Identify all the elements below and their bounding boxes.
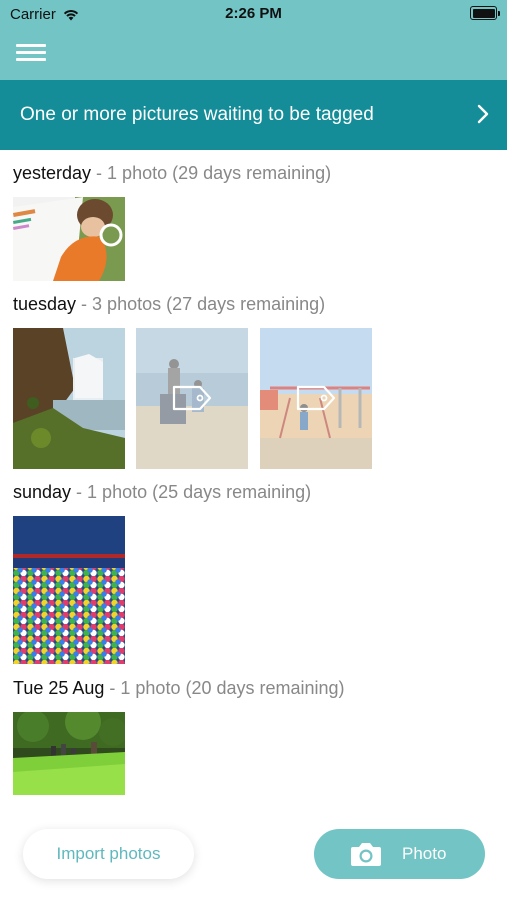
section-header-yesterday: yesterday - 1 photo (29 days remaining) bbox=[13, 163, 331, 184]
photo-thumbnail[interactable] bbox=[13, 328, 125, 469]
nav-bar bbox=[0, 30, 507, 80]
camera-icon bbox=[351, 843, 381, 866]
section-summary: - 3 photos (27 days remaining) bbox=[76, 294, 326, 314]
section-day: sunday bbox=[13, 482, 72, 502]
import-photos-label: Import photos bbox=[56, 844, 161, 863]
photo-thumbnail-tagged[interactable] bbox=[260, 328, 372, 469]
photo-thumbnail[interactable] bbox=[13, 197, 125, 281]
clock: 2:26 PM bbox=[225, 5, 282, 22]
take-photo-label: Photo bbox=[402, 844, 447, 863]
section-header-sunday: sunday - 1 photo (25 days remaining) bbox=[13, 482, 311, 503]
menu-icon[interactable] bbox=[16, 43, 46, 63]
battery-icon bbox=[470, 6, 500, 20]
section-day: tuesday bbox=[13, 294, 77, 314]
pending-tag-banner[interactable]: One or more pictures waiting to be tagge… bbox=[0, 80, 507, 150]
section-summary: - 1 photo (25 days remaining) bbox=[71, 482, 312, 502]
photo-thumbnail[interactable] bbox=[13, 516, 125, 664]
section-day: Tue 25 Aug bbox=[13, 678, 105, 698]
tag-icon bbox=[172, 385, 212, 411]
section-header-tue-25-aug: Tue 25 Aug - 1 photo (20 days remaining) bbox=[13, 678, 345, 699]
chevron-right-icon bbox=[477, 104, 489, 124]
tag-icon bbox=[296, 385, 336, 411]
section-day: yesterday bbox=[13, 163, 92, 183]
import-photos-button[interactable]: Import photos bbox=[23, 829, 194, 879]
section-summary: - 1 photo (20 days remaining) bbox=[104, 678, 345, 698]
section-header-tuesday: tuesday - 3 photos (27 days remaining) bbox=[13, 294, 325, 315]
photo-thumbnail[interactable] bbox=[13, 712, 125, 795]
banner-text: One or more pictures waiting to be tagge… bbox=[20, 104, 374, 125]
status-bar: Carrier 2:26 PM bbox=[0, 0, 507, 30]
section-summary: - 1 photo (29 days remaining) bbox=[91, 163, 332, 183]
take-photo-button[interactable]: Photo bbox=[314, 829, 485, 879]
photo-thumbnail-tagged[interactable] bbox=[136, 328, 248, 469]
